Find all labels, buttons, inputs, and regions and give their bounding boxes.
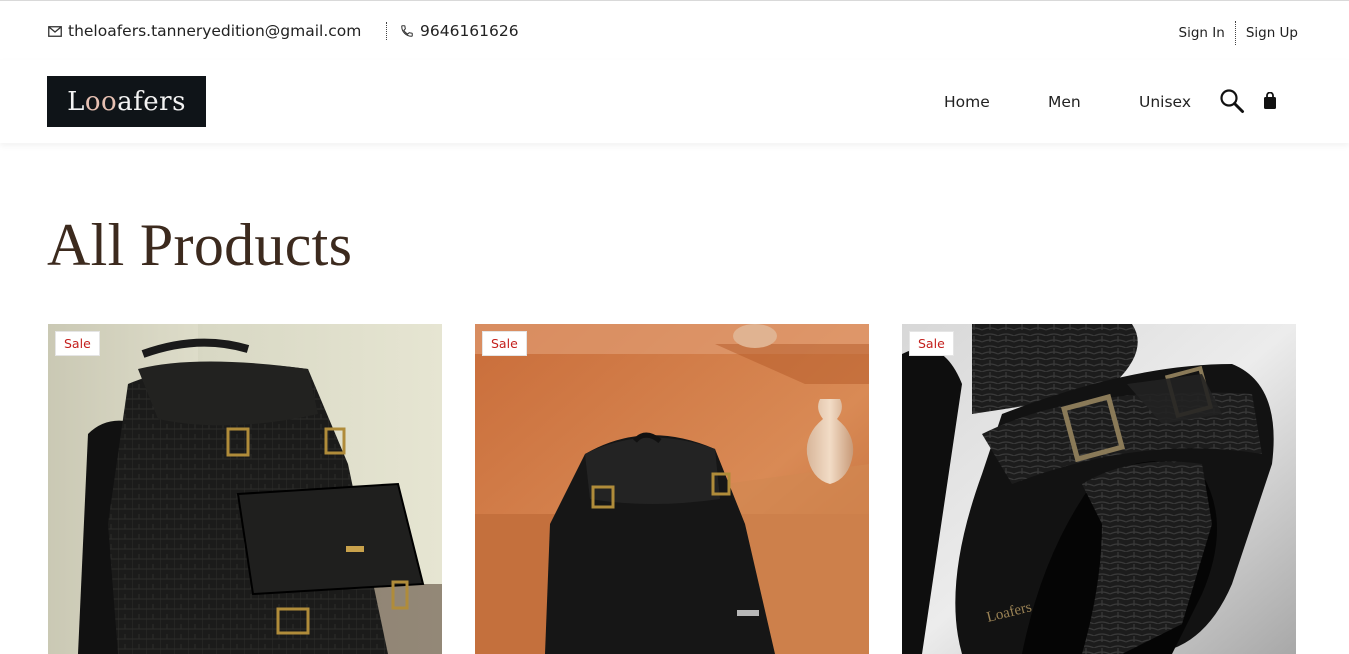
product-image [475,324,869,654]
auth-divider [1234,21,1236,45]
phone-text: 9646161626 [420,22,519,40]
logo-text: Looafers [67,86,186,117]
product-image: Loafers [902,324,1296,654]
contact-bar: theloafers.tanneryedition@gmail.com 9646… [0,1,1349,59]
product-image [48,324,442,654]
nav-home[interactable]: Home [944,93,990,111]
logo[interactable]: Looafers [47,76,206,127]
mail-icon [48,25,68,37]
search-icon[interactable] [1219,88,1245,118]
auth-links: Sign In Sign Up [1179,21,1298,45]
sign-up-link[interactable]: Sign Up [1246,25,1298,41]
nav-unisex[interactable]: Unisex [1139,93,1191,111]
phone-icon [400,24,420,38]
sale-badge: Sale [55,331,100,356]
sale-badge: Sale [909,331,954,356]
contact-email[interactable]: theloafers.tanneryedition@gmail.com [48,20,361,42]
page-title: All Products [47,212,353,278]
email-text: theloafers.tanneryedition@gmail.com [68,22,362,40]
site-header: Looafers Home Men Unisex [0,60,1349,143]
product-card[interactable]: Loafers Sale [902,324,1296,654]
product-card[interactable]: Sale [475,324,869,654]
contact-phone[interactable]: 9646161626 [386,22,519,40]
sign-in-link[interactable]: Sign In [1179,25,1225,41]
shopping-bag-icon[interactable] [1263,91,1277,114]
sale-badge: Sale [482,331,527,356]
nav-men[interactable]: Men [1048,93,1081,111]
product-card[interactable]: Sale [48,324,442,654]
